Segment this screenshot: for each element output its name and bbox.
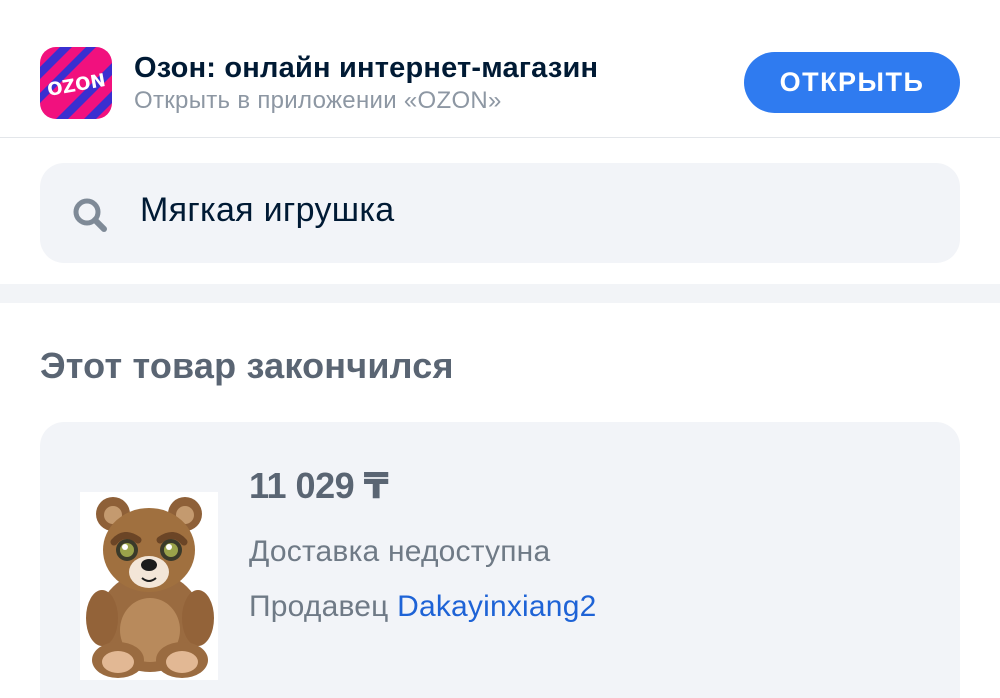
- teddy-bear-image: [80, 492, 218, 680]
- search-icon: [70, 195, 110, 235]
- open-app-button[interactable]: ОТКРЫТЬ: [744, 52, 960, 113]
- product-price: 11 029 ₸: [249, 465, 389, 506]
- section-divider: [0, 284, 1000, 303]
- app-title: Озон: онлайн интернет-магазин: [134, 52, 599, 84]
- product-image[interactable]: [80, 492, 218, 680]
- seller-link[interactable]: Dakayinxiang2: [397, 590, 596, 623]
- ozon-logo-icon[interactable]: OZON: [40, 47, 112, 119]
- search-query[interactable]: Мягкая игрушка: [140, 191, 394, 230]
- app-subtitle: Открыть в приложении «OZON»: [134, 87, 502, 114]
- out-of-stock-heading: Этот товар закончился: [40, 345, 454, 386]
- seller-label: Продавец: [249, 590, 389, 623]
- app-install-banner: OZON Озон: онлайн интернет-магазин Откры…: [0, 0, 1000, 138]
- seller-info: Продавец Dakayinxiang2: [249, 590, 596, 624]
- delivery-status: Доставка недоступна: [249, 535, 551, 568]
